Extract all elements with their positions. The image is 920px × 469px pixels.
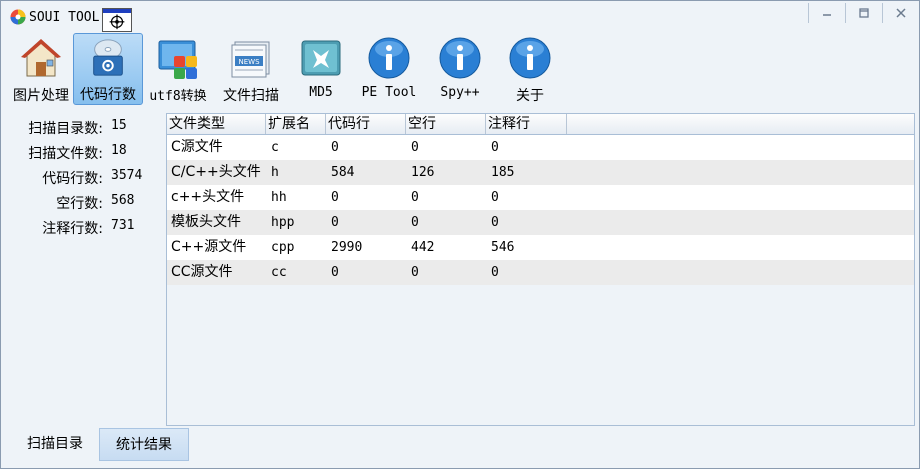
cell-comment-lines: 0: [491, 265, 499, 280]
tool-utf8-convert[interactable]: utf8转换: [143, 33, 213, 105]
main-window: SOUI TOOL 图片处理 代码行数 utf8转换 NEWS 文件扫描 MD5…: [0, 0, 920, 469]
window-title: SOUI TOOL: [29, 10, 100, 25]
cell-blank-lines: 442: [411, 240, 435, 255]
cell-file-type: C源文件: [171, 139, 223, 155]
close-icon[interactable]: [883, 1, 919, 25]
cell-code-lines: 0: [331, 265, 339, 280]
news-icon: NEWS: [231, 41, 270, 78]
cell-blank-lines: 126: [411, 165, 435, 180]
md5-icon: [301, 40, 341, 76]
cell-blank-lines: 0: [411, 265, 419, 280]
tab-scan-directory[interactable]: 扫描目录: [11, 428, 99, 461]
svg-text:NEWS: NEWS: [238, 58, 260, 66]
tool-label: PE Tool: [361, 85, 417, 100]
result-table[interactable]: 文件类型 扩展名 代码行 空行 注释行 C源文件 c 0 0 0 C/C++头文…: [166, 113, 915, 426]
column-header[interactable]: 注释行: [486, 114, 567, 134]
cell-file-type: 模板头文件: [171, 214, 241, 230]
table-row[interactable]: CC源文件 cc 0 0 0: [167, 260, 914, 285]
stat-label: 注释行数:: [42, 221, 103, 237]
cell-extension: hh: [271, 190, 287, 205]
stat-value: 568: [111, 193, 135, 208]
bottom-tabs: 扫描目录 统计结果: [11, 428, 189, 462]
tool-image-processing[interactable]: 图片处理: [9, 33, 73, 105]
table-row[interactable]: c++头文件 hh 0 0 0: [167, 185, 914, 210]
tool-label: utf8转换: [149, 89, 207, 104]
cell-extension: hpp: [271, 215, 295, 230]
tool-pe-tool[interactable]: PE Tool: [353, 33, 425, 105]
column-header[interactable]: 代码行: [326, 114, 406, 134]
window-drag-target-icon[interactable]: [102, 8, 132, 32]
stat-label: 扫描文件数:: [28, 146, 103, 162]
tool-label: 关于: [516, 88, 544, 104]
stat-scanned-dirs: 扫描目录数: 15: [1, 118, 161, 137]
cell-code-lines: 2990: [331, 240, 363, 255]
cell-file-type: c++头文件: [171, 189, 245, 205]
toolbar: 图片处理 代码行数 utf8转换 NEWS 文件扫描 MD5 PE Tool S…: [9, 33, 565, 105]
table-row[interactable]: 模板头文件 hpp 0 0 0: [167, 210, 914, 235]
tab-statistics[interactable]: 统计结果: [99, 428, 189, 461]
tool-spy[interactable]: Spy++: [425, 33, 495, 105]
tool-label: 文件扫描: [223, 88, 279, 104]
window-controls: [808, 1, 919, 25]
cell-code-lines: 0: [331, 215, 339, 230]
cell-code-lines: 584: [331, 165, 355, 180]
cell-comment-lines: 0: [491, 215, 499, 230]
info-icon: [439, 37, 481, 79]
column-header[interactable]: 扩展名: [266, 114, 326, 134]
info-icon: [509, 37, 551, 79]
cell-blank-lines: 0: [411, 140, 419, 155]
table-row[interactable]: C源文件 c 0 0 0: [167, 135, 914, 160]
cell-comment-lines: 185: [491, 165, 515, 180]
stat-label: 代码行数:: [42, 171, 103, 187]
maximize-icon[interactable]: [846, 1, 882, 25]
table-row[interactable]: C++源文件 cpp 2990 442 546: [167, 235, 914, 260]
disc-gear-icon: [93, 39, 123, 76]
stat-label: 空行数:: [56, 196, 103, 212]
cell-extension: cc: [271, 265, 287, 280]
cell-extension: h: [271, 165, 279, 180]
stat-label: 扫描目录数:: [28, 121, 103, 137]
tool-label: Spy++: [440, 85, 480, 100]
cell-file-type: C++源文件: [171, 239, 247, 255]
tool-md5[interactable]: MD5: [289, 33, 353, 105]
column-header[interactable]: 文件类型: [167, 114, 266, 134]
info-icon: [368, 37, 410, 79]
stat-scanned-files: 扫描文件数: 18: [1, 143, 161, 162]
tool-about[interactable]: 关于: [495, 33, 565, 105]
stat-code-lines: 代码行数: 3574: [1, 168, 161, 187]
stat-value: 3574: [111, 168, 143, 183]
tool-label: MD5: [309, 85, 333, 100]
cell-code-lines: 0: [331, 140, 339, 155]
column-header[interactable]: 空行: [406, 114, 486, 134]
house-icon: [21, 39, 61, 77]
stat-blank-lines: 空行数: 568: [1, 193, 161, 212]
cell-comment-lines: 0: [491, 140, 499, 155]
cell-comment-lines: 0: [491, 190, 499, 205]
stat-comment-lines: 注释行数: 731: [1, 218, 161, 237]
tool-label: 代码行数: [80, 87, 136, 103]
cell-file-type: C/C++头文件: [171, 164, 261, 180]
tool-code-lines[interactable]: 代码行数: [73, 33, 143, 105]
app-logo-icon: [10, 9, 26, 25]
tool-label: 图片处理: [13, 88, 69, 104]
tool-file-scan[interactable]: NEWS 文件扫描: [213, 33, 289, 105]
title-bar[interactable]: SOUI TOOL: [1, 1, 919, 32]
cell-blank-lines: 0: [411, 190, 419, 205]
cell-extension: cpp: [271, 240, 295, 255]
stat-value: 15: [111, 118, 127, 133]
cell-code-lines: 0: [331, 190, 339, 205]
cell-blank-lines: 0: [411, 215, 419, 230]
table-row[interactable]: C/C++头文件 h 584 126 185: [167, 160, 914, 185]
cell-extension: c: [271, 140, 279, 155]
colored-blocks-icon: [158, 40, 197, 79]
stat-value: 18: [111, 143, 127, 158]
minimize-icon[interactable]: [809, 1, 845, 25]
stat-value: 731: [111, 218, 135, 233]
cell-comment-lines: 546: [491, 240, 515, 255]
table-header: 文件类型 扩展名 代码行 空行 注释行: [167, 114, 914, 135]
cell-file-type: CC源文件: [171, 264, 233, 280]
